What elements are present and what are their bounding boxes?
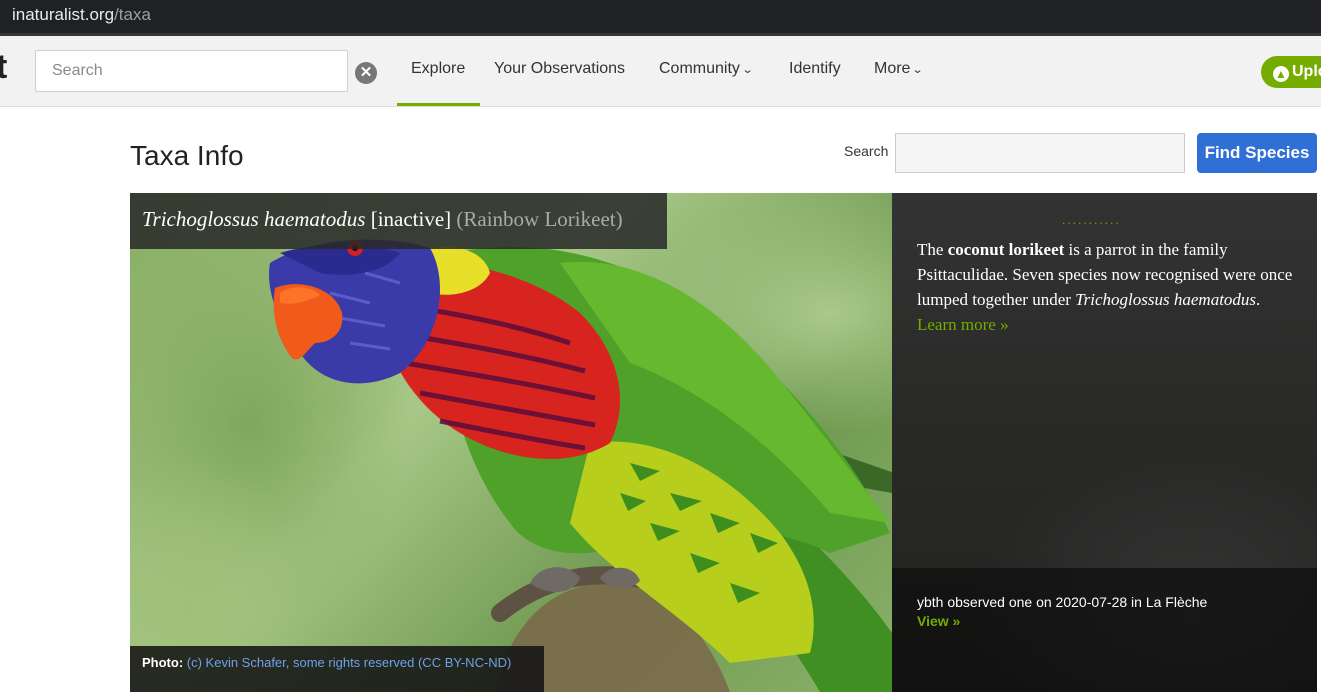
observation-view-link[interactable]: View » (917, 613, 960, 629)
chevron-down-icon: ⌄ (741, 64, 754, 76)
observation-text: ybth observed one on 2020-07-28 in La Fl… (917, 594, 1208, 610)
taxon-hero: Trichoglossus haematodus [inactive] (Rai… (130, 193, 1317, 692)
upload-label: Uplo (1292, 63, 1321, 80)
nav-your-observations[interactable]: Your Observations (494, 60, 625, 78)
nav-explore[interactable]: Explore (411, 60, 465, 78)
taxon-photo[interactable]: Trichoglossus haematodus [inactive] (Rai… (130, 193, 892, 692)
taxon-title-band: Trichoglossus haematodus [inactive] (Rai… (130, 193, 667, 249)
photo-credit: Photo: (c) Kevin Schafer, some rights re… (130, 646, 544, 692)
nav-identify[interactable]: Identify (789, 60, 841, 78)
upload-arrow-icon: ▲ (1273, 66, 1289, 82)
clear-search-icon[interactable]: ✕ (355, 62, 377, 84)
observation-band: ybth observed one on 2020-07-28 in La Fl… (892, 568, 1317, 692)
nav-community-label: Community (659, 60, 740, 77)
site-header: t ✕ Explore Your Observations Community⌄… (0, 36, 1321, 107)
decorative-dots: ........... (1062, 213, 1121, 227)
nav-community[interactable]: Community ⌄ (659, 60, 754, 78)
nav-more[interactable]: More ⌄ (874, 60, 925, 78)
browser-url-bar[interactable]: inaturalist.org/taxa (0, 0, 1321, 36)
lorikeet-illustration (269, 239, 892, 692)
header-search-input[interactable] (35, 50, 348, 92)
common-name: (Rainbow Lorikeet) (456, 207, 623, 231)
page-title: Taxa Info (130, 140, 244, 171)
nav-active-indicator (397, 103, 480, 106)
photo-credit-link[interactable]: (c) Kevin Schafer, some rights reserved … (187, 655, 512, 670)
url-text[interactable]: inaturalist.org/taxa (12, 5, 151, 25)
learn-more-link[interactable]: Learn more » (917, 315, 1009, 334)
taxa-search-label: Search (844, 143, 889, 159)
taxon-status: [inactive] (370, 207, 452, 231)
taxon-summary-panel: ........... The coconut lorikeet is a pa… (892, 193, 1317, 692)
taxa-search-input[interactable] (895, 133, 1185, 173)
scientific-name: Trichoglossus haematodus (142, 207, 366, 231)
taxon-bold-name: coconut lorikeet (947, 240, 1065, 259)
taxon-description: The coconut lorikeet is a parrot in the … (917, 240, 1293, 334)
photo-credit-label: Photo: (142, 655, 184, 670)
upload-button[interactable]: ▲Uplo (1261, 56, 1321, 88)
site-logo[interactable]: t (0, 48, 7, 87)
find-species-button[interactable]: Find Species (1197, 133, 1317, 173)
chevron-down-icon: ⌄ (912, 64, 925, 76)
nav-more-label: More (874, 60, 911, 77)
taxon-italic-name: Trichoglossus haematodus (1075, 290, 1257, 309)
